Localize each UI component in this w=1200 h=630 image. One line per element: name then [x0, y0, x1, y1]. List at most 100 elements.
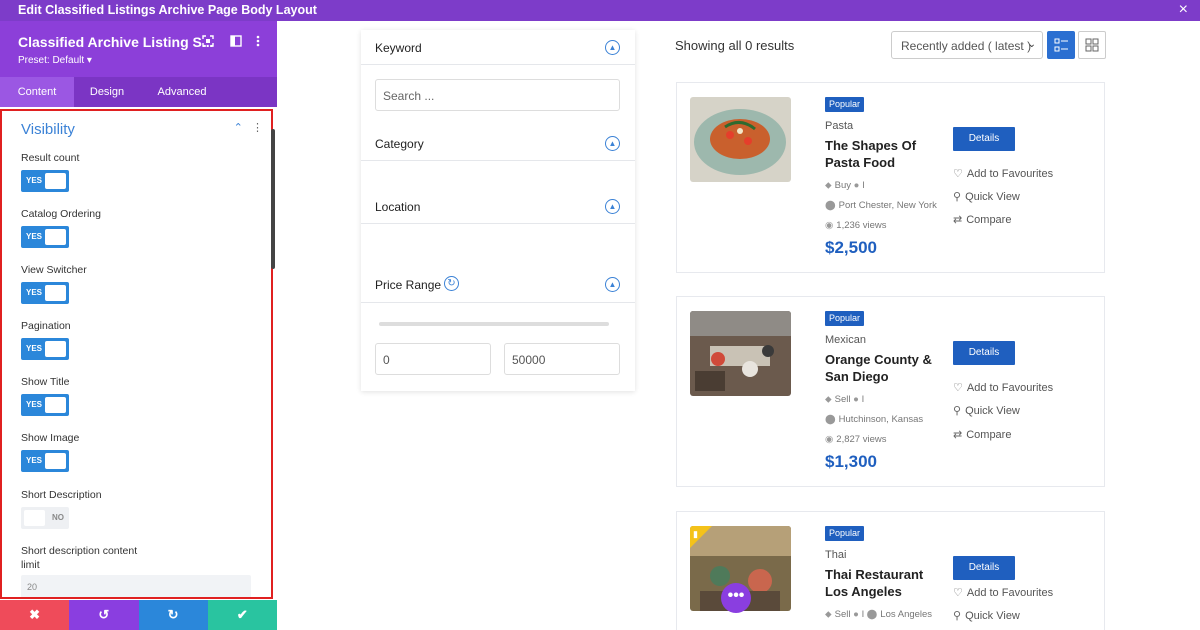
more-options-icon[interactable]	[251, 35, 265, 49]
save-button[interactable]: ✔	[207, 600, 277, 630]
listing-type-author: ⬥ Sell ● l	[825, 394, 865, 405]
user-icon: ●	[853, 394, 859, 405]
sort-selected-value: Recently added ( latest )	[901, 39, 1032, 53]
price-range-slider[interactable]	[379, 322, 609, 326]
tab-content[interactable]: Content	[0, 77, 74, 107]
listing-category[interactable]: Thai	[825, 549, 846, 561]
toggle-catalog-ordering[interactable]: YES	[21, 226, 69, 248]
price-max-input[interactable]: 50000	[504, 343, 620, 375]
toggle-knob	[45, 173, 66, 189]
toggle-result-count[interactable]: YES	[21, 170, 69, 192]
zoom-icon: ⚲	[953, 610, 962, 622]
listing-card: Popular Pasta The Shapes Of Pasta Food ⬥ B…	[676, 82, 1105, 273]
toggle-knob	[45, 285, 66, 301]
map-pin-icon: ⬤	[866, 609, 878, 620]
compare[interactable]: ⇄ Compare	[953, 213, 1011, 226]
compare[interactable]: ⇄ Compare	[953, 428, 1011, 441]
listing-image[interactable]	[690, 311, 791, 396]
toggle-show-title[interactable]: YES	[21, 394, 69, 416]
reset-icon[interactable]: ↻	[444, 276, 459, 291]
short-description-limit-input[interactable]: 20	[21, 575, 251, 597]
listing-title[interactable]: The Shapes Of Pasta Food	[825, 137, 945, 171]
chevron-up-icon[interactable]: ▲	[605, 136, 620, 151]
toggle-state: NO	[52, 513, 64, 522]
listing-views: ◉ 2,827 views	[825, 434, 887, 445]
heart-icon: ♡	[953, 382, 963, 394]
toggle-state: YES	[26, 400, 43, 409]
listing-location: ⬤ Port Chester, New York	[825, 200, 937, 211]
quick-view[interactable]: ⚲ Quick View	[953, 609, 1020, 622]
listing-location: ⬤ Hutchinson, Kansas	[825, 414, 924, 425]
option-label-view-switcher: View Switcher	[21, 264, 87, 276]
filter-category-heading: Category	[375, 137, 424, 151]
toggle-view-switcher[interactable]: YES	[21, 282, 69, 304]
eye-icon: ◉	[825, 434, 834, 445]
chevron-up-icon[interactable]: ▲	[605, 277, 620, 292]
list-view-button[interactable]	[1047, 31, 1075, 59]
add-to-favourites[interactable]: ♡ Add to Favourites	[953, 167, 1053, 180]
tag-icon: ⬥	[825, 394, 832, 405]
bookmark-icon[interactable]: ▮	[693, 529, 698, 540]
list-icon	[1054, 38, 1068, 52]
module-title: Classified Archive Listing S...	[18, 34, 214, 50]
listing-title[interactable]: Orange County & San Diego	[825, 351, 945, 385]
filter-sidebar: Keyword ▲ Search ... Category ▲ Location…	[361, 30, 635, 391]
option-label-short-description-limit-2: limit	[21, 559, 40, 571]
chevron-up-icon[interactable]: ▲	[605, 199, 620, 214]
option-label-result-count: Result count	[21, 152, 80, 164]
tab-design[interactable]: Design	[74, 77, 140, 107]
price-min-input[interactable]: 0	[375, 343, 491, 375]
add-to-favourites[interactable]: ♡ Add to Favourites	[953, 586, 1053, 599]
close-icon[interactable]: ×	[1179, 1, 1188, 19]
panel-tabs: Content Design Advanced	[0, 77, 277, 107]
panel-scrollbar[interactable]	[271, 129, 275, 269]
listing-category[interactable]: Pasta	[825, 120, 853, 132]
details-button[interactable]: Details	[953, 341, 1015, 365]
split-view-icon[interactable]	[229, 35, 243, 49]
chevron-up-icon[interactable]: ▲	[605, 40, 620, 55]
toggle-state: YES	[26, 288, 43, 297]
compare-icon: ⇄	[953, 214, 963, 226]
visibility-section: Visibility ⌃ ⋮ Result count YES Catalog …	[0, 109, 273, 599]
toggle-knob	[24, 510, 45, 526]
details-button[interactable]: Details	[953, 556, 1015, 580]
toggle-pagination[interactable]: YES	[21, 338, 69, 360]
listing-image[interactable]	[690, 97, 791, 182]
details-button[interactable]: Details	[953, 127, 1015, 151]
discard-button[interactable]: ✖	[0, 600, 70, 630]
sort-select[interactable]: Recently added ( latest ) ⌄	[891, 31, 1043, 59]
chevron-up-icon[interactable]: ⌃	[234, 122, 243, 134]
redo-button[interactable]: ↻	[138, 600, 208, 630]
toggle-show-image[interactable]: YES	[21, 450, 69, 472]
listing-title[interactable]: Thai Restaurant Los Angeles	[825, 566, 945, 600]
filter-location-heading: Location	[375, 200, 421, 214]
builder-top-bar: Edit Classified Listings Archive Page Bo…	[0, 0, 1200, 21]
undo-button[interactable]: ↺	[69, 600, 139, 630]
option-label-catalog-ordering: Catalog Ordering	[21, 208, 101, 220]
builder-options-button[interactable]: •••	[721, 583, 751, 613]
add-to-favourites[interactable]: ♡ Add to Favourites	[953, 381, 1053, 394]
popular-badge: Popular	[825, 526, 865, 541]
divider	[361, 160, 635, 161]
quick-view[interactable]: ⚲ Quick View	[953, 404, 1020, 417]
divider	[361, 302, 635, 303]
map-pin-icon: ⬤	[825, 414, 836, 425]
keyword-search-input[interactable]: Search ...	[375, 79, 620, 111]
toggle-knob	[45, 397, 66, 413]
expand-icon[interactable]	[201, 35, 215, 49]
grid-view-button[interactable]	[1078, 31, 1106, 59]
preset-dropdown[interactable]: Preset: Default ▾	[18, 55, 92, 66]
tab-advanced[interactable]: Advanced	[140, 77, 224, 107]
toggle-short-description[interactable]: NO	[21, 507, 69, 529]
filter-price-heading: Price Range	[375, 278, 442, 292]
section-title[interactable]: Visibility	[21, 121, 75, 138]
eye-icon: ◉	[825, 220, 834, 231]
toggle-knob	[45, 341, 66, 357]
divider	[361, 223, 635, 224]
result-count: Showing all 0 results	[675, 38, 795, 53]
section-menu-icon[interactable]: ⋮	[252, 122, 263, 134]
settings-panel: Classified Archive Listing S... Preset: …	[0, 21, 277, 630]
panel-header: Classified Archive Listing S... Preset: …	[0, 21, 277, 77]
listing-category[interactable]: Mexican	[825, 334, 866, 346]
quick-view[interactable]: ⚲ Quick View	[953, 190, 1020, 203]
